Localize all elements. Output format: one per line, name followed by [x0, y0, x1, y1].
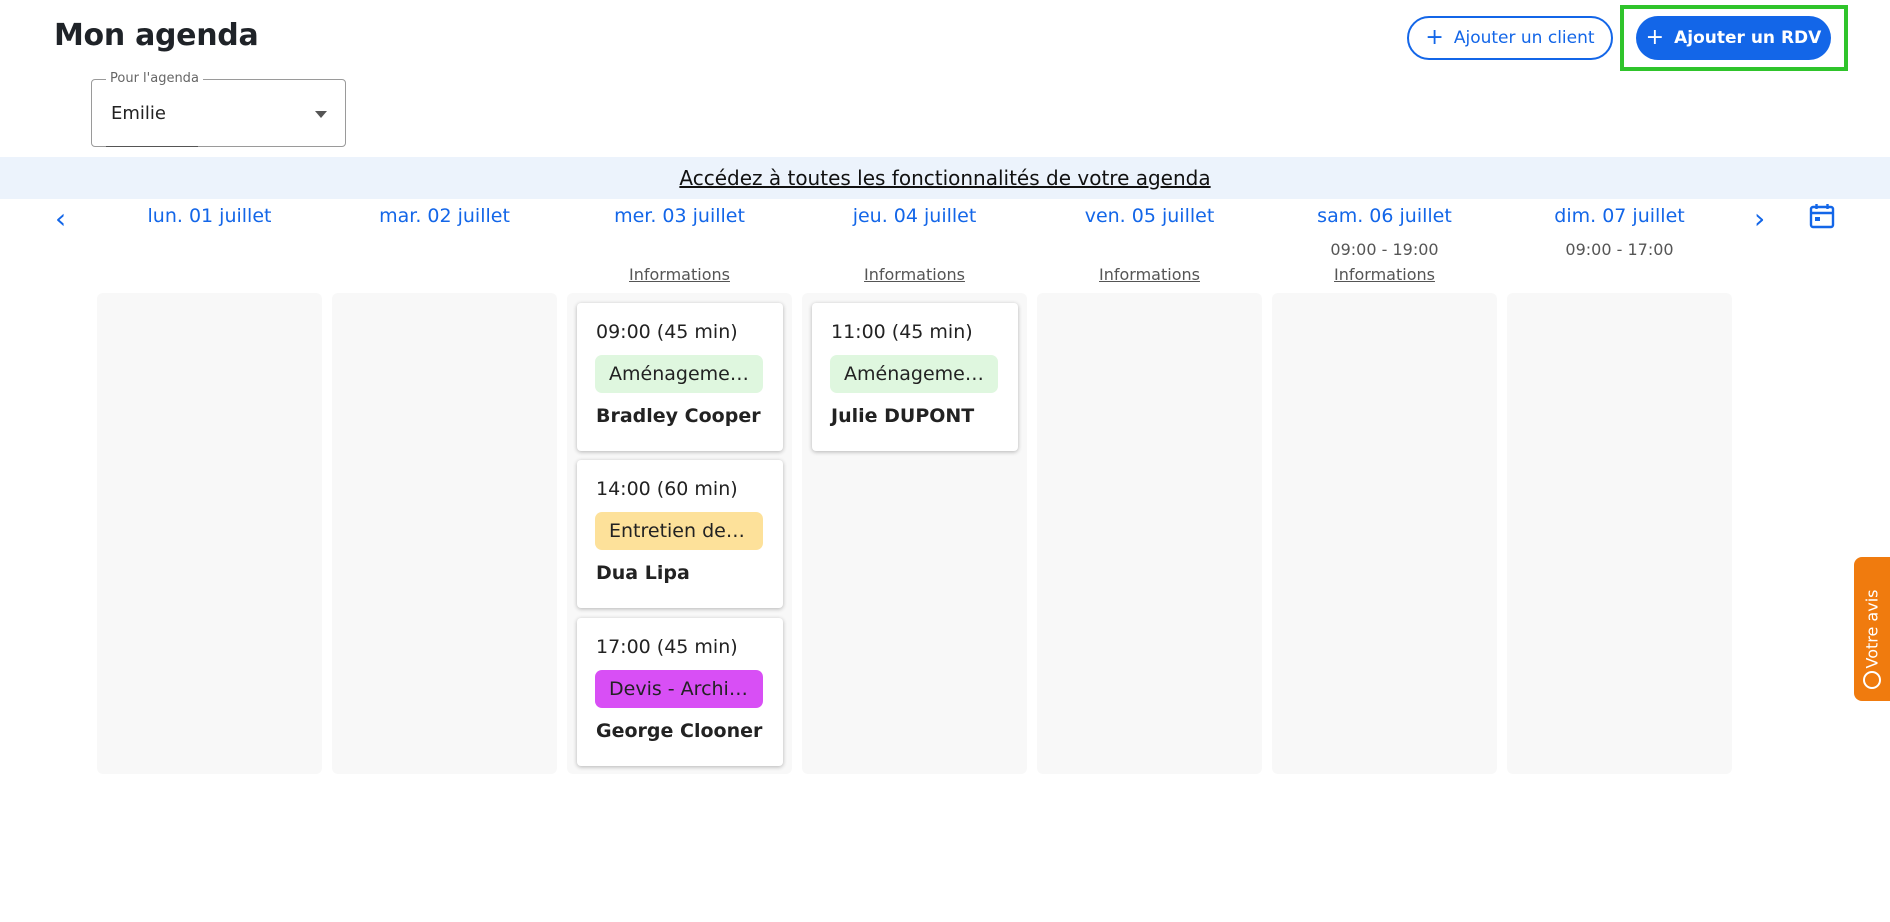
chevron-left-icon[interactable]: ‹: [55, 205, 66, 233]
appointment-time: 11:00 (45 min): [831, 321, 973, 343]
day-info-link[interactable]: Informations: [1272, 265, 1497, 284]
add-client-label: Ajouter un client: [1453, 28, 1595, 48]
appointment-time: 14:00 (60 min): [596, 478, 738, 500]
feedback-tab[interactable]: Votre avis: [1854, 557, 1890, 701]
appointment-card[interactable]: 09:00 (45 min) Aménagement Bradley Coope…: [577, 303, 783, 451]
agenda-select-value: Emilie: [111, 103, 166, 124]
service-tag: Entretien de jardin: [595, 512, 763, 550]
appointment-time: 17:00 (45 min): [596, 636, 738, 658]
day-header: lun. 01 juillet: [97, 205, 322, 229]
day-hours: 09:00 - 19:00: [1330, 240, 1439, 259]
chevron-down-icon: [315, 111, 327, 118]
client-name: Julie DUPONT: [831, 405, 975, 427]
client-name: George Clooner: [596, 720, 763, 742]
service-tag: Aménagement: [595, 355, 763, 393]
plus-icon: +: [1425, 25, 1444, 50]
add-client-button[interactable]: + Ajouter un client: [1407, 16, 1613, 60]
day-hours: 09:00 - 17:00: [1565, 240, 1674, 259]
day-header: ven. 05 juillet Informations: [1037, 205, 1262, 284]
appointment-card[interactable]: 11:00 (45 min) Aménagement Julie DUPONT: [812, 303, 1018, 451]
day-title[interactable]: dim. 07 juillet: [1507, 205, 1732, 229]
agenda-select[interactable]: Pour l'agenda Emilie: [91, 71, 346, 147]
day-column[interactable]: [332, 293, 557, 774]
day-column[interactable]: [1037, 293, 1262, 774]
client-name: Dua Lipa: [596, 562, 690, 584]
service-tag: Devis - Architecte: [595, 670, 763, 708]
day-header: dim. 07 juillet 09:00 - 17:00: [1507, 205, 1732, 259]
banner-link[interactable]: Accédez à toutes les fonctionnalités de …: [679, 166, 1210, 190]
select-underline: [106, 146, 198, 147]
plus-icon: +: [1645, 25, 1665, 50]
appointment-time: 09:00 (45 min): [596, 321, 738, 343]
day-info-link[interactable]: Informations: [802, 265, 1027, 284]
day-column[interactable]: 11:00 (45 min) Aménagement Julie DUPONT: [802, 293, 1027, 774]
day-info-link[interactable]: Informations: [567, 265, 792, 284]
feedback-label: Votre avis: [1862, 589, 1882, 669]
chevron-right-icon[interactable]: ›: [1754, 205, 1765, 233]
upgrade-banner: Accédez à toutes les fonctionnalités de …: [0, 157, 1890, 199]
day-title[interactable]: mar. 02 juillet: [332, 205, 557, 229]
service-tag: Aménagement: [830, 355, 998, 393]
day-header: mar. 02 juillet: [332, 205, 557, 229]
day-title[interactable]: mer. 03 juillet: [567, 205, 792, 229]
day-header: mer. 03 juillet Informations: [567, 205, 792, 284]
calendar-icon[interactable]: [1809, 203, 1835, 229]
day-title[interactable]: sam. 06 juillet: [1272, 205, 1497, 229]
appointment-card[interactable]: 17:00 (45 min) Devis - Architecte George…: [577, 618, 783, 766]
day-column[interactable]: [1272, 293, 1497, 774]
day-info-link[interactable]: Informations: [1037, 265, 1262, 284]
day-title[interactable]: jeu. 04 juillet: [802, 205, 1027, 229]
chat-icon: [1863, 671, 1881, 689]
day-title[interactable]: lun. 01 juillet: [97, 205, 322, 229]
day-header: sam. 06 juillet 09:00 - 19:00 Informatio…: [1272, 205, 1497, 284]
agenda-select-label: Pour l'agenda: [106, 71, 203, 86]
page-title: Mon agenda: [54, 18, 259, 53]
day-column[interactable]: [1507, 293, 1732, 774]
add-appointment-label: Ajouter un RDV: [1674, 28, 1822, 48]
appointment-card[interactable]: 14:00 (60 min) Entretien de jardin Dua L…: [577, 460, 783, 608]
day-column[interactable]: [97, 293, 322, 774]
day-header: jeu. 04 juillet Informations: [802, 205, 1027, 284]
client-name: Bradley Cooper: [596, 405, 761, 427]
add-appointment-button[interactable]: + Ajouter un RDV: [1636, 16, 1831, 60]
day-title[interactable]: ven. 05 juillet: [1037, 205, 1262, 229]
day-column[interactable]: 09:00 (45 min) Aménagement Bradley Coope…: [567, 293, 792, 774]
